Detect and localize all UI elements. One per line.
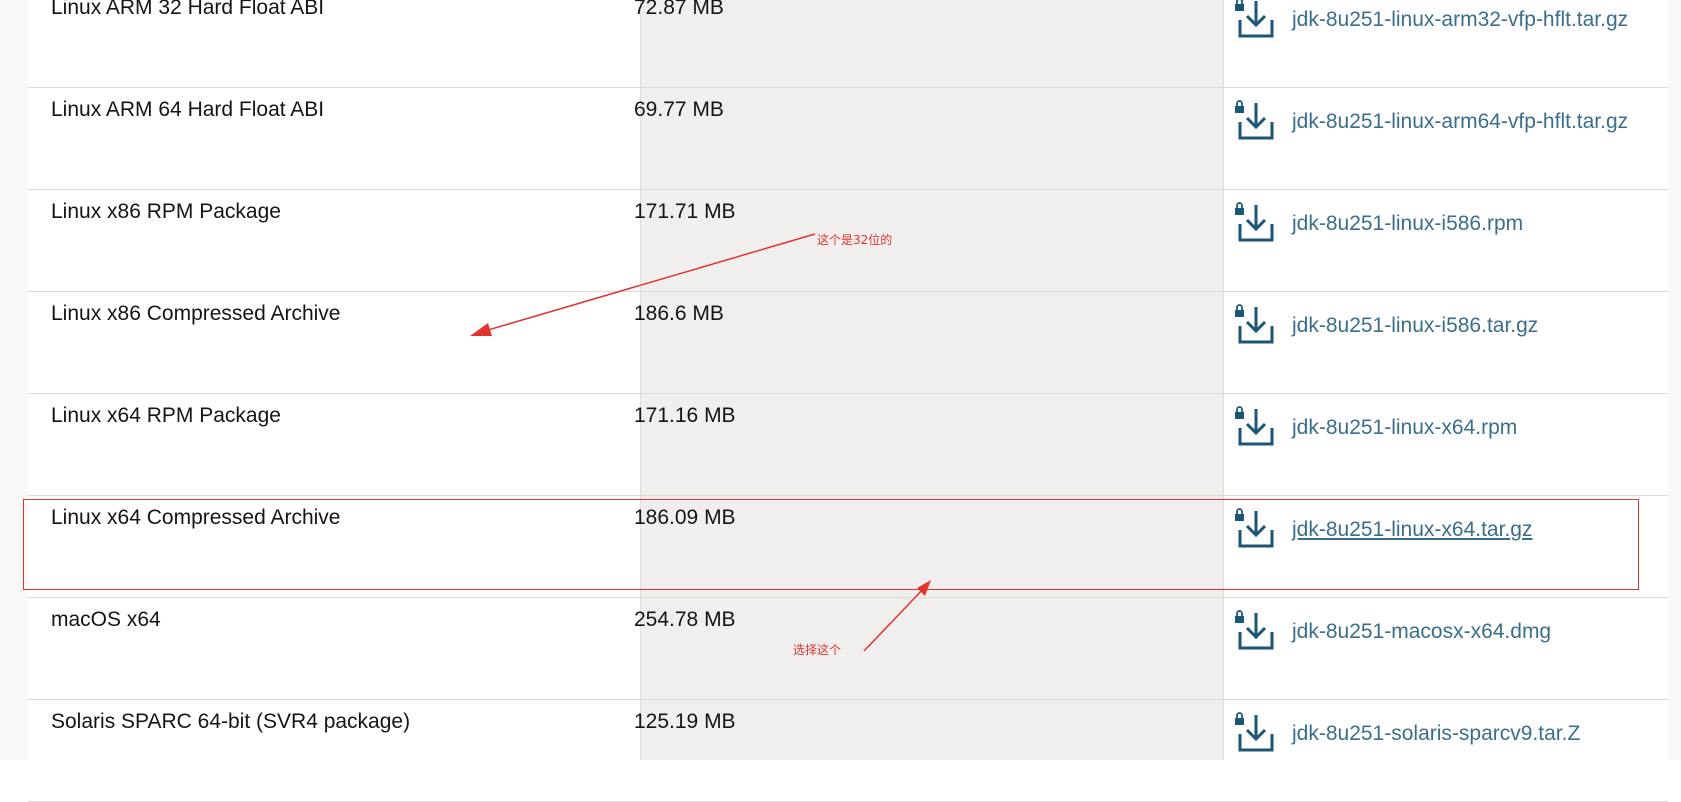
product-name: Linux x86 Compressed Archive — [51, 302, 341, 325]
file-size: 72.87 MB — [634, 0, 724, 19]
download-cell: jdk-8u251-linux-i586.tar.gz — [1232, 304, 1538, 348]
table-row: Linux ARM 32 Hard Float ABI 72.87 MB jdk… — [28, 0, 1668, 88]
file-size: 186.6 MB — [634, 302, 724, 325]
download-cell: jdk-8u251-macosx-x64.dmg — [1232, 610, 1551, 654]
file-size: 69.77 MB — [634, 98, 724, 121]
download-link[interactable]: jdk-8u251-macosx-x64.dmg — [1292, 620, 1551, 644]
left-gutter — [0, 0, 28, 760]
file-size: 171.16 MB — [634, 404, 736, 427]
download-cell: jdk-8u251-linux-x64.tar.gz — [1232, 508, 1532, 552]
file-size: 171.71 MB — [634, 200, 736, 223]
table-row: Linux x64 RPM Package 171.16 MB jdk-8u25… — [28, 394, 1668, 496]
download-link[interactable]: jdk-8u251-solaris-sparcv9.tar.Z — [1292, 722, 1580, 746]
product-name: Linux x86 RPM Package — [51, 200, 281, 223]
download-cell: jdk-8u251-linux-arm32-vfp-hflt.tar.gz — [1232, 0, 1628, 42]
download-cell: jdk-8u251-linux-i586.rpm — [1232, 202, 1523, 246]
download-lock-icon[interactable] — [1232, 508, 1276, 552]
file-size: 125.19 MB — [634, 710, 736, 733]
download-cell: jdk-8u251-solaris-sparcv9.tar.Z — [1232, 712, 1580, 756]
product-name: Linux ARM 32 Hard Float ABI — [51, 0, 325, 19]
download-link[interactable]: jdk-8u251-linux-i586.tar.gz — [1292, 314, 1538, 338]
download-lock-icon[interactable] — [1232, 304, 1276, 348]
table-row: Linux x86 Compressed Archive 186.6 MB jd… — [28, 292, 1668, 394]
table-row: Solaris SPARC 64-bit (SVR4 package) 125.… — [28, 700, 1668, 802]
product-name: Solaris SPARC 64-bit (SVR4 package) — [51, 710, 411, 733]
annotation-32bit: 这个是32位的 — [817, 233, 893, 247]
download-lock-icon[interactable] — [1232, 0, 1276, 42]
download-cell: jdk-8u251-linux-arm64-vfp-hflt.tar.gz — [1232, 100, 1628, 144]
download-link[interactable]: jdk-8u251-linux-x64.tar.gz — [1292, 518, 1532, 542]
download-lock-icon[interactable] — [1232, 406, 1276, 450]
download-lock-icon[interactable] — [1232, 202, 1276, 246]
file-size: 254.78 MB — [634, 608, 736, 631]
product-name: macOS x64 — [51, 608, 161, 631]
download-lock-icon[interactable] — [1232, 712, 1276, 756]
download-link[interactable]: jdk-8u251-linux-i586.rpm — [1292, 212, 1523, 236]
download-lock-icon[interactable] — [1232, 100, 1276, 144]
product-name: Linux x64 Compressed Archive — [51, 506, 341, 529]
annotation-select: 选择这个 — [793, 643, 842, 657]
file-size: 186.09 MB — [634, 506, 736, 529]
downloads-table: Linux ARM 32 Hard Float ABI 72.87 MB jdk… — [28, 0, 1668, 802]
table-row: Linux x64 Compressed Archive 186.09 MB j… — [28, 496, 1668, 598]
table-row: macOS x64 254.78 MB jdk-8u251-macosx-x64… — [28, 598, 1668, 700]
download-link[interactable]: jdk-8u251-linux-x64.rpm — [1292, 416, 1517, 440]
download-lock-icon[interactable] — [1232, 610, 1276, 654]
download-link[interactable]: jdk-8u251-linux-arm64-vfp-hflt.tar.gz — [1292, 110, 1628, 134]
product-name: Linux ARM 64 Hard Float ABI — [51, 98, 325, 121]
table-row: Linux ARM 64 Hard Float ABI 69.77 MB jdk… — [28, 88, 1668, 190]
download-cell: jdk-8u251-linux-x64.rpm — [1232, 406, 1517, 450]
product-name: Linux x64 RPM Package — [51, 404, 281, 427]
download-link[interactable]: jdk-8u251-linux-arm32-vfp-hflt.tar.gz — [1292, 8, 1628, 32]
right-gutter — [1668, 0, 1681, 760]
